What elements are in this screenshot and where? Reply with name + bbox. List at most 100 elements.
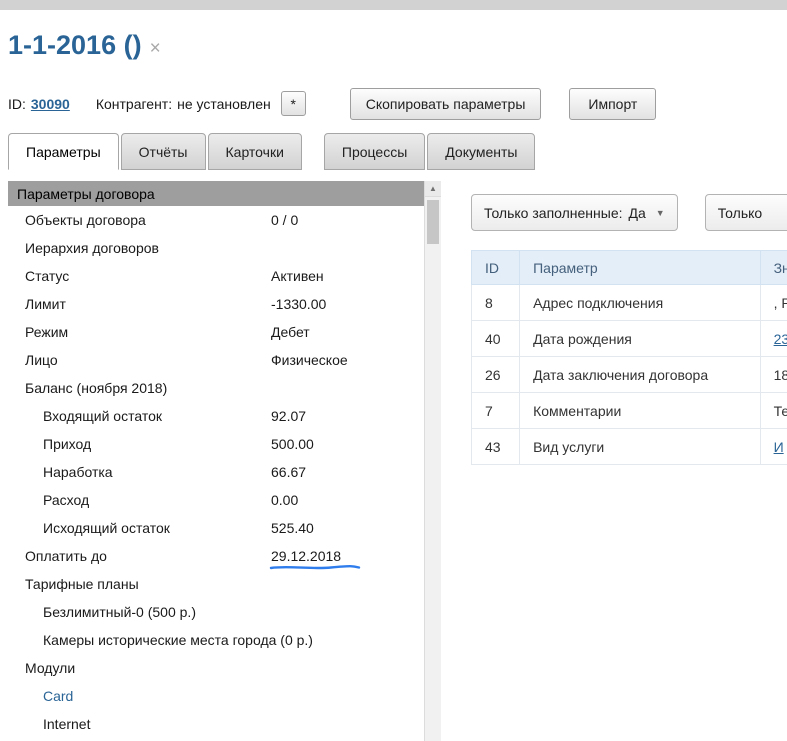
- row-module-card[interactable]: Card: [8, 682, 424, 710]
- module-internet-link[interactable]: Internet: [43, 716, 90, 732]
- filter-filled-value: Да: [629, 205, 646, 221]
- contragent-select-button[interactable]: *: [281, 91, 306, 116]
- row-tariff-unlimited: Безлимитный-0 (500 р.): [8, 598, 424, 626]
- cell-value: И: [760, 429, 787, 465]
- close-icon[interactable]: ×: [150, 39, 161, 58]
- cell-id: 26: [472, 357, 520, 393]
- cell-id: 7: [472, 393, 520, 429]
- cell-value: Те: [760, 393, 787, 429]
- col-header-param: Параметр: [520, 251, 760, 285]
- col-header-id: ID: [472, 251, 520, 285]
- cell-value-link[interactable]: И: [774, 439, 784, 455]
- row-value: 0 / 0: [271, 212, 298, 228]
- row-objects: Объекты договора 0 / 0: [8, 206, 424, 234]
- row-tariffs-header: Тарифные планы: [8, 570, 424, 598]
- row-income: Приход 500.00: [8, 430, 424, 458]
- row-incoming-balance: Входящий остаток 92.07: [8, 402, 424, 430]
- main-content: Параметры договора Объекты договора 0 / …: [8, 181, 787, 741]
- row-label: Приход: [43, 436, 91, 452]
- row-value: -1330.00: [271, 296, 326, 312]
- table-row[interactable]: 40 Дата рождения 23: [472, 321, 787, 357]
- parameters-panel: Только заполненные: Да ▼ Только ID Парам…: [441, 181, 787, 741]
- row-value: 92.07: [271, 408, 306, 424]
- contract-id-label: ID:: [8, 96, 26, 112]
- title-row: 1-1-2016 () ×: [8, 30, 161, 61]
- row-label: Камеры исторические места города (0 р.): [43, 632, 313, 648]
- table-row[interactable]: 7 Комментарии Те: [472, 393, 787, 429]
- row-label: Безлимитный-0 (500 р.): [43, 604, 196, 620]
- row-label: Иерархия договоров: [25, 240, 159, 256]
- tab-kartochki[interactable]: Карточки: [208, 133, 302, 170]
- row-pay-until: Оплатить до 29.12.2018: [8, 542, 424, 570]
- page-title: 1-1-2016 (): [8, 30, 142, 61]
- row-value: Физическое: [271, 352, 348, 368]
- row-value: 66.67: [271, 464, 306, 480]
- cell-value-link[interactable]: 23: [774, 331, 787, 347]
- scroll-up-icon[interactable]: ▲: [425, 181, 441, 197]
- row-label: Лимит: [25, 296, 66, 312]
- tab-dokumenty[interactable]: Документы: [427, 133, 535, 170]
- row-label: Наработка: [43, 464, 113, 480]
- row-label: Оплатить до: [25, 548, 107, 564]
- table-row[interactable]: 26 Дата заключения договора 18: [472, 357, 787, 393]
- row-label: Лицо: [25, 352, 58, 368]
- row-person: Лицо Физическое: [8, 346, 424, 374]
- row-accrued: Наработка 66.67: [8, 458, 424, 486]
- row-tariff-cameras: Камеры исторические места города (0 р.): [8, 626, 424, 654]
- col-header-value: Значение: [760, 251, 787, 285]
- left-panel-scrollbar[interactable]: ▲: [424, 181, 441, 741]
- cell-param: Комментарии: [520, 393, 760, 429]
- row-label: Объекты договора: [25, 212, 146, 228]
- table-row[interactable]: 43 Вид услуги И: [472, 429, 787, 465]
- contract-id-link[interactable]: 30090: [31, 96, 70, 112]
- row-mode: Режим Дебет: [8, 318, 424, 346]
- top-strip: [0, 0, 787, 10]
- cell-param: Вид услуги: [520, 429, 760, 465]
- row-status: Статус Активен: [8, 262, 424, 290]
- row-label: Статус: [25, 268, 69, 284]
- parameters-table: ID Параметр Значение 8 Адрес подключения…: [471, 250, 787, 465]
- copy-params-button[interactable]: Скопировать параметры: [350, 88, 542, 120]
- contract-params-panel: Параметры договора Объекты договора 0 / …: [8, 181, 441, 741]
- filter-second-label: Только: [718, 205, 762, 221]
- header-toolbar: ID: 30090 Контрагент: не установлен * Ск…: [8, 88, 656, 119]
- row-label: Исходящий остаток: [43, 520, 170, 536]
- filter-filled-label: Только заполненные:: [484, 205, 623, 221]
- cell-param: Дата рождения: [520, 321, 760, 357]
- pay-until-value: 29.12.2018: [271, 548, 341, 564]
- chevron-down-icon: ▼: [656, 208, 665, 218]
- filter-filled-dropdown[interactable]: Только заполненные: Да ▼: [471, 194, 678, 231]
- row-label: Расход: [43, 492, 89, 508]
- row-label: Баланс (ноября 2018): [25, 380, 167, 396]
- tab-otchety[interactable]: Отчёты: [121, 133, 206, 170]
- filter-second-dropdown[interactable]: Только: [705, 194, 787, 231]
- row-value: 525.40: [271, 520, 314, 536]
- tab-protsessy[interactable]: Процессы: [324, 133, 425, 170]
- row-value: 500.00: [271, 436, 314, 452]
- cell-value: 23: [760, 321, 787, 357]
- cell-value: 18: [760, 357, 787, 393]
- table-row[interactable]: 8 Адрес подключения , Р: [472, 285, 787, 321]
- table-header-row: ID Параметр Значение: [472, 251, 787, 285]
- row-label: Модули: [25, 660, 75, 676]
- row-modules-header: Модули: [8, 654, 424, 682]
- cell-value: , Р: [760, 285, 787, 321]
- import-button[interactable]: Импорт: [569, 88, 656, 120]
- row-label: Режим: [25, 324, 68, 340]
- cell-id: 40: [472, 321, 520, 357]
- row-value: 0.00: [271, 492, 298, 508]
- contragent-label: Контрагент:: [96, 96, 172, 112]
- tab-bar: Параметры Отчёты Карточки Процессы Докум…: [8, 133, 537, 170]
- module-card-link[interactable]: Card: [43, 688, 73, 704]
- scrollbar-thumb[interactable]: [427, 200, 439, 244]
- row-label: Тарифные планы: [25, 576, 139, 592]
- cell-param: Дата заключения договора: [520, 357, 760, 393]
- contract-params-list: Параметры договора Объекты договора 0 / …: [8, 181, 424, 741]
- row-label: Входящий остаток: [43, 408, 162, 424]
- tab-parametry[interactable]: Параметры: [8, 133, 119, 170]
- row-value: Активен: [271, 268, 324, 284]
- row-hierarchy: Иерархия договоров: [8, 234, 424, 262]
- cell-id: 8: [472, 285, 520, 321]
- panel-header: Параметры договора: [8, 181, 424, 206]
- cell-id: 43: [472, 429, 520, 465]
